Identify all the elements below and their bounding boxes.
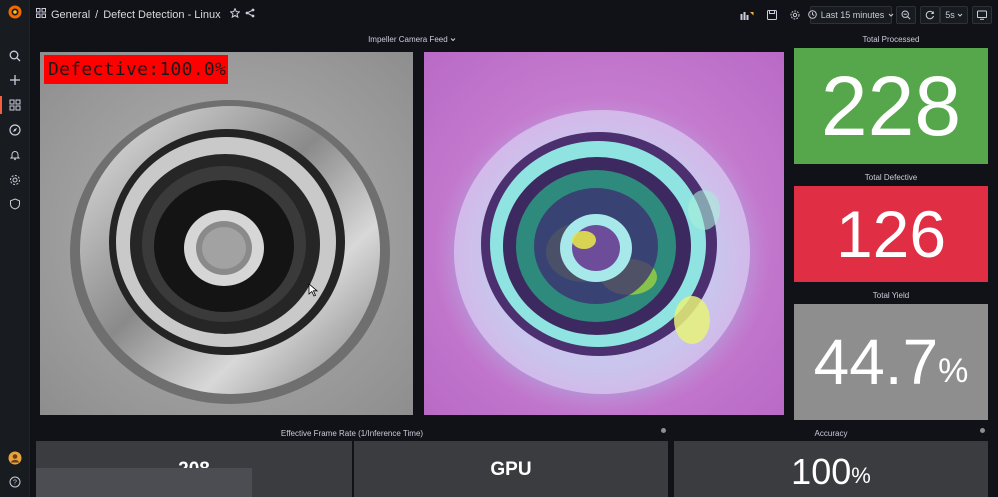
accuracy-unit: %: [851, 463, 871, 488]
svg-text:?: ?: [13, 480, 17, 487]
frame-rate-value: 208: [36, 441, 352, 497]
camera-image-raw: Defective:100.0%: [40, 52, 413, 415]
gear-icon[interactable]: [7, 172, 23, 188]
refresh-icon[interactable]: [920, 6, 940, 24]
time-range-picker[interactable]: Last 15 minutes: [807, 6, 894, 24]
frame-rate-sparkline-area: [36, 468, 252, 497]
top-bar: General / Defect Detection - Linux Last …: [30, 0, 998, 30]
accuracy-title[interactable]: Accuracy: [674, 429, 988, 438]
sidebar: ?: [0, 0, 30, 497]
panel-status-dot: [661, 428, 666, 433]
breadcrumb-separator: /: [95, 8, 99, 21]
search-icon[interactable]: [7, 48, 23, 64]
total-yield-title[interactable]: Total Yield: [794, 291, 988, 300]
zoom-out-icon[interactable]: [896, 6, 916, 24]
chevron-down-icon: [888, 10, 894, 20]
total-defective-value: 126: [794, 186, 988, 282]
chevron-down-icon: [957, 10, 963, 20]
refresh-interval-label: 5s: [945, 10, 955, 20]
explore-icon[interactable]: [7, 122, 23, 138]
shield-icon[interactable]: [7, 196, 23, 212]
impeller-image: [40, 52, 413, 415]
plus-icon[interactable]: [7, 72, 23, 88]
breadcrumb-dashboard[interactable]: Defect Detection - Linux: [103, 9, 220, 21]
tv-mode-icon[interactable]: [972, 6, 992, 24]
dashboards-grid-icon: [36, 8, 46, 21]
total-yield-value: 44.7: [813, 326, 939, 398]
clock-icon: [807, 9, 817, 21]
total-defective-title[interactable]: Total Defective: [794, 173, 988, 182]
bell-icon[interactable]: [7, 147, 23, 163]
breadcrumb-folder[interactable]: General: [51, 9, 90, 21]
accuracy-value: 100: [791, 451, 852, 492]
defect-overlay-label: Defective:100.0%: [44, 55, 228, 84]
camera-image-heatmap: [424, 52, 784, 415]
chevron-down-icon: [450, 35, 456, 44]
total-yield-unit: %: [938, 351, 969, 390]
camera-feed-title-text: Impeller Camera Feed: [368, 35, 448, 44]
refresh-interval-picker[interactable]: 5s: [940, 6, 968, 24]
active-indicator: [0, 96, 2, 114]
panel-status-dot: [980, 428, 985, 433]
share-icon[interactable]: [245, 8, 255, 21]
camera-feed-title[interactable]: Impeller Camera Feed: [36, 35, 788, 44]
total-processed-value: 228: [794, 48, 988, 164]
star-icon[interactable]: [228, 7, 241, 21]
total-yield-stat: 44.7 %: [794, 304, 988, 420]
settings-gear-icon[interactable]: [786, 6, 804, 24]
save-icon[interactable]: [763, 6, 781, 24]
frame-rate-device: GPU: [354, 441, 668, 497]
frame-rate-title[interactable]: Effective Frame Rate (1/Inference Time): [36, 429, 668, 438]
mouse-cursor-icon: [308, 283, 319, 302]
add-panel-icon[interactable]: [736, 6, 758, 24]
help-icon[interactable]: ?: [7, 474, 23, 490]
grafana-logo-icon[interactable]: [7, 4, 23, 20]
heatmap-image: [424, 52, 784, 415]
breadcrumb: General / Defect Detection - Linux: [36, 7, 255, 21]
total-processed-title[interactable]: Total Processed: [794, 35, 988, 44]
accuracy-stat: 100 %: [674, 441, 988, 497]
defect-overlay-text: Defective:100.0%: [48, 59, 227, 80]
avatar[interactable]: [7, 450, 23, 466]
time-range-label: Last 15 minutes: [820, 10, 885, 20]
dashboards-icon[interactable]: [7, 97, 23, 113]
